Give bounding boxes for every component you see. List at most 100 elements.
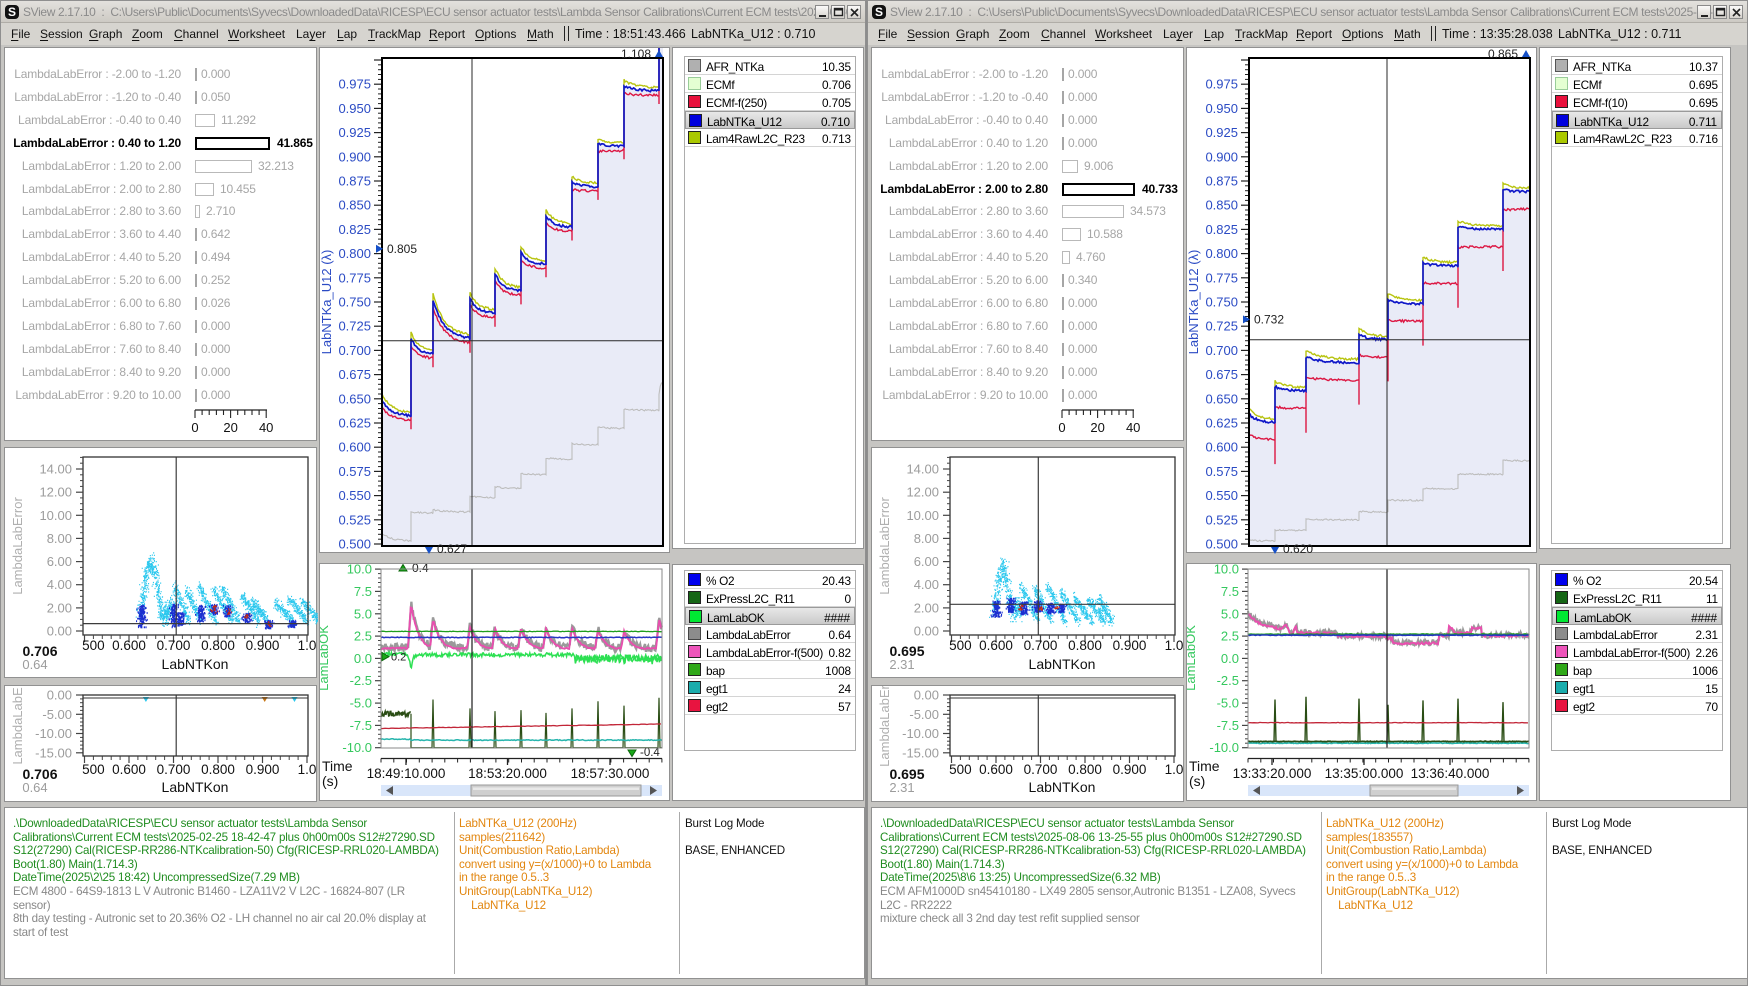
svg-text:0.575: 0.575 <box>1205 464 1238 479</box>
svg-text:8.00: 8.00 <box>47 531 72 546</box>
svg-text:0.900: 0.900 <box>1113 762 1147 777</box>
svg-text:LabNTKon: LabNTKon <box>1029 779 1096 795</box>
svg-text:12.00: 12.00 <box>906 485 939 500</box>
svg-text:6.00: 6.00 <box>47 554 72 569</box>
svg-text:-10.0: -10.0 <box>1209 740 1239 755</box>
svg-text:LambdaLabE: LambdaLabE <box>10 687 25 765</box>
svg-text:40: 40 <box>259 420 273 435</box>
svg-text:13:35:00.000: 13:35:00.000 <box>1325 766 1404 781</box>
svg-text:LambdaLabError: LambdaLabError <box>10 497 25 595</box>
svg-text:0.825: 0.825 <box>338 222 371 237</box>
svg-text:0.627: 0.627 <box>437 542 467 554</box>
svg-text:0.800: 0.800 <box>1068 762 1102 777</box>
svg-text:0.700: 0.700 <box>1205 343 1238 358</box>
svg-text:0.800: 0.800 <box>1205 246 1238 261</box>
svg-text:10.00: 10.00 <box>39 508 72 523</box>
svg-text:0.725: 0.725 <box>1205 319 1238 334</box>
svg-text:0.0: 0.0 <box>354 651 372 666</box>
svg-text:0.625: 0.625 <box>338 416 371 431</box>
svg-text:-5.0: -5.0 <box>1217 696 1239 711</box>
svg-text:0.750: 0.750 <box>338 295 371 310</box>
svg-text:0.675: 0.675 <box>1205 367 1238 382</box>
svg-text:LabNTKa_U12 (λ): LabNTKa_U12 (λ) <box>1187 250 1201 355</box>
svg-text:0.975: 0.975 <box>338 77 371 92</box>
svg-text:0.700: 0.700 <box>338 343 371 358</box>
svg-text:0.865: 0.865 <box>1488 48 1518 61</box>
svg-text:0: 0 <box>1058 420 1065 435</box>
svg-text:0.800: 0.800 <box>201 638 235 653</box>
svg-text:0.500: 0.500 <box>338 537 371 552</box>
svg-text:2.5: 2.5 <box>1221 629 1239 644</box>
svg-text:0.550: 0.550 <box>338 488 371 503</box>
svg-text:0.525: 0.525 <box>1205 512 1238 527</box>
svg-text:500: 500 <box>82 762 105 777</box>
svg-text:0.925: 0.925 <box>338 125 371 140</box>
svg-text:0.600: 0.600 <box>112 762 146 777</box>
svg-text:0.600: 0.600 <box>979 762 1013 777</box>
svg-text:0.620: 0.620 <box>1283 542 1313 554</box>
svg-text:500: 500 <box>949 762 972 777</box>
svg-text:0.900: 0.900 <box>1113 638 1147 653</box>
svg-text:0.700: 0.700 <box>157 762 191 777</box>
svg-text:-10.00: -10.00 <box>35 726 72 741</box>
svg-text:0.575: 0.575 <box>338 464 371 479</box>
svg-text:0.725: 0.725 <box>338 319 371 334</box>
svg-text:LabNTKon: LabNTKon <box>1029 656 1096 672</box>
svg-text:0.775: 0.775 <box>338 270 371 285</box>
svg-text:Time: Time <box>1189 758 1220 774</box>
svg-text:13:33:20.000: 13:33:20.000 <box>1233 766 1312 781</box>
svg-text:-0.4: -0.4 <box>640 747 660 759</box>
svg-text:Time: Time <box>322 758 353 774</box>
svg-text:0.650: 0.650 <box>1205 391 1238 406</box>
svg-text:0.950: 0.950 <box>1205 101 1238 116</box>
svg-text:4.00: 4.00 <box>914 577 939 592</box>
svg-text:7.5: 7.5 <box>1221 584 1239 599</box>
svg-text:5.0: 5.0 <box>354 606 372 621</box>
svg-text:0.950: 0.950 <box>338 101 371 116</box>
svg-text:10.0: 10.0 <box>1214 564 1239 577</box>
svg-text:0.650: 0.650 <box>338 391 371 406</box>
svg-text:-5.0: -5.0 <box>350 696 372 711</box>
svg-text:LabNTKa_U12 (λ): LabNTKa_U12 (λ) <box>320 250 334 355</box>
svg-text:500: 500 <box>82 638 105 653</box>
svg-text:-7.5: -7.5 <box>350 718 372 733</box>
svg-text:0.975: 0.975 <box>1205 77 1238 92</box>
svg-text:0.825: 0.825 <box>1205 222 1238 237</box>
svg-text:1.0: 1.0 <box>1165 638 1184 653</box>
svg-text:1.108: 1.108 <box>621 48 651 61</box>
svg-text:0.00: 0.00 <box>914 624 939 639</box>
svg-text:0.700: 0.700 <box>157 638 191 653</box>
svg-text:LamLabOK: LamLabOK <box>1187 625 1198 691</box>
svg-text:0.00: 0.00 <box>914 688 939 703</box>
svg-text:2.5: 2.5 <box>354 629 372 644</box>
svg-text:0.600: 0.600 <box>112 638 146 653</box>
svg-text:-2.5: -2.5 <box>350 673 372 688</box>
svg-text:0.64: 0.64 <box>22 657 47 672</box>
svg-text:4.00: 4.00 <box>47 577 72 592</box>
svg-text:0.525: 0.525 <box>338 512 371 527</box>
svg-text:13:36:40.000: 13:36:40.000 <box>1411 766 1490 781</box>
svg-text:0.800: 0.800 <box>338 246 371 261</box>
svg-text:-5.00: -5.00 <box>42 707 72 722</box>
svg-text:2.00: 2.00 <box>914 600 939 615</box>
svg-text:LamLabOK: LamLabOK <box>320 625 331 691</box>
svg-text:0.900: 0.900 <box>246 638 280 653</box>
svg-text:0.732: 0.732 <box>1254 312 1284 326</box>
svg-text:0.0: 0.0 <box>1221 651 1239 666</box>
svg-text:2.31: 2.31 <box>889 657 914 672</box>
svg-text:0: 0 <box>191 420 198 435</box>
svg-text:1.0: 1.0 <box>1165 762 1184 777</box>
svg-text:-5.00: -5.00 <box>909 707 939 722</box>
svg-text:(s): (s) <box>1189 773 1205 789</box>
svg-text:0.800: 0.800 <box>1068 638 1102 653</box>
svg-text:0.600: 0.600 <box>338 440 371 455</box>
svg-text:2.31: 2.31 <box>889 780 914 795</box>
svg-text:0.850: 0.850 <box>338 198 371 213</box>
svg-text:0.800: 0.800 <box>201 762 235 777</box>
svg-text:0.900: 0.900 <box>338 149 371 164</box>
svg-text:-2.5: -2.5 <box>1217 673 1239 688</box>
svg-text:0.2: 0.2 <box>391 652 406 664</box>
svg-text:0.675: 0.675 <box>338 367 371 382</box>
svg-text:0.750: 0.750 <box>1205 295 1238 310</box>
svg-text:10.00: 10.00 <box>906 508 939 523</box>
